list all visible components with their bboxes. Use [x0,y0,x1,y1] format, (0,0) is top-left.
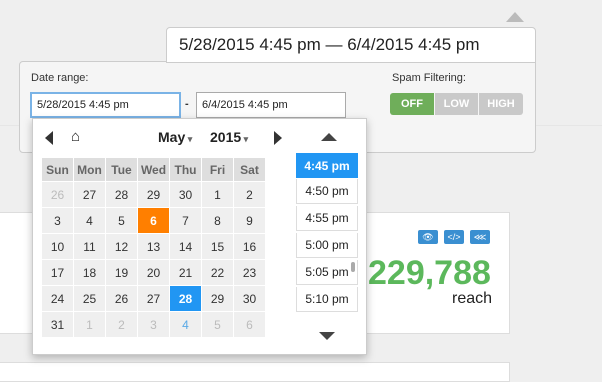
range-separator: - [185,98,189,110]
time-up-icon[interactable] [321,133,337,141]
weekday-header: Mon [74,158,105,181]
month-label: May [158,129,186,145]
spam-high-button[interactable]: HIGH [479,93,523,115]
prev-month-icon[interactable] [45,131,53,145]
day-cell[interactable]: 22 [202,260,233,285]
day-cell[interactable]: 7 [170,208,201,233]
time-option[interactable]: 5:05 pm [296,260,358,285]
spam-off-button[interactable]: OFF [390,93,434,115]
day-cell[interactable]: 8 [202,208,233,233]
day-cell-today[interactable]: 6 [138,208,169,233]
next-month-icon[interactable] [274,131,282,145]
day-cell[interactable]: 18 [74,260,105,285]
share-icon[interactable]: ⋘ [470,230,490,244]
day-cell[interactable]: 2 [234,182,265,207]
day-cell[interactable]: 23 [234,260,265,285]
day-cell[interactable]: 24 [42,286,73,311]
day-cell[interactable]: 29 [138,182,169,207]
reach-caption: reach [452,290,493,307]
day-cell[interactable]: 12 [106,234,137,259]
day-cell[interactable]: 3 [138,312,169,337]
day-cell[interactable]: 25 [74,286,105,311]
collapse-caret-icon[interactable] [506,12,524,22]
day-cell[interactable]: 16 [234,234,265,259]
day-cell[interactable]: 27 [138,286,169,311]
end-date-input[interactable]: 6/4/2015 4:45 pm [196,92,346,118]
year-label: 2015 [210,129,242,145]
day-cell[interactable]: 14 [170,234,201,259]
time-option-selected[interactable]: 4:45 pm [296,153,358,178]
weekday-header: Sat [234,158,265,181]
spam-low-button[interactable]: LOW [435,93,478,115]
day-cell[interactable]: 19 [106,260,137,285]
day-cell[interactable]: 10 [42,234,73,259]
day-cell[interactable]: 5 [202,312,233,337]
day-cell[interactable]: 13 [138,234,169,259]
day-cell[interactable]: 6 [234,312,265,337]
spam-filter-label: Spam Filtering: [392,72,466,84]
time-option[interactable]: 5:00 pm [296,233,358,258]
year-select[interactable]: 2015 ▾ [210,129,248,145]
day-cell[interactable]: 26 [106,286,137,311]
date-range-toggle[interactable]: 5/28/2015 4:45 pm — 6/4/2015 4:45 pm [166,27,536,63]
day-cell[interactable]: 20 [138,260,169,285]
day-cell[interactable]: 9 [234,208,265,233]
time-option[interactable]: 5:10 pm [296,287,358,312]
time-scrollbar[interactable] [351,262,355,272]
day-cell[interactable]: 29 [202,286,233,311]
day-cell[interactable]: 31 [42,312,73,337]
day-cell[interactable]: 17 [42,260,73,285]
weekday-header: Tue [106,158,137,181]
weekday-header: Thu [170,158,201,181]
day-cell[interactable]: 27 [74,182,105,207]
next-card [0,362,510,382]
weekday-header: Wed [138,158,169,181]
time-option[interactable]: 4:50 pm [296,179,358,204]
date-range-text: 5/28/2015 4:45 pm — 6/4/2015 4:45 pm [179,35,480,54]
day-cell[interactable]: 30 [170,182,201,207]
start-date-input[interactable]: 5/28/2015 4:45 pm [30,92,181,118]
embed-icon[interactable]: </> [444,230,464,244]
day-cell[interactable]: 21 [170,260,201,285]
day-cell[interactable]: 26 [42,182,73,207]
day-cell[interactable]: 1 [202,182,233,207]
day-cell[interactable]: 2 [106,312,137,337]
day-cell[interactable]: 11 [74,234,105,259]
day-cell[interactable]: 4 [170,312,201,337]
day-cell-selected[interactable]: 28 [170,286,201,311]
day-cell[interactable]: 3 [42,208,73,233]
day-cell[interactable]: 1 [74,312,105,337]
weekday-header: Sun [42,158,73,181]
day-cell[interactable]: 15 [202,234,233,259]
day-cell[interactable]: 4 [74,208,105,233]
time-option[interactable]: 4:55 pm [296,206,358,231]
day-cell[interactable]: 30 [234,286,265,311]
month-select[interactable]: May ▾ [158,129,192,145]
day-cell[interactable]: 5 [106,208,137,233]
day-cell[interactable]: 28 [106,182,137,207]
home-icon[interactable]: ⌂ [71,128,80,145]
eye-icon[interactable]: 👁 [418,230,438,244]
weekday-header: Fri [202,158,233,181]
reach-value: 229,788 [368,254,491,292]
date-range-label: Date range: [31,72,89,84]
time-down-icon[interactable] [319,332,335,340]
day-grid: Sun Mon Tue Wed Thu Fri Sat 26 27 28 29 … [41,157,266,338]
